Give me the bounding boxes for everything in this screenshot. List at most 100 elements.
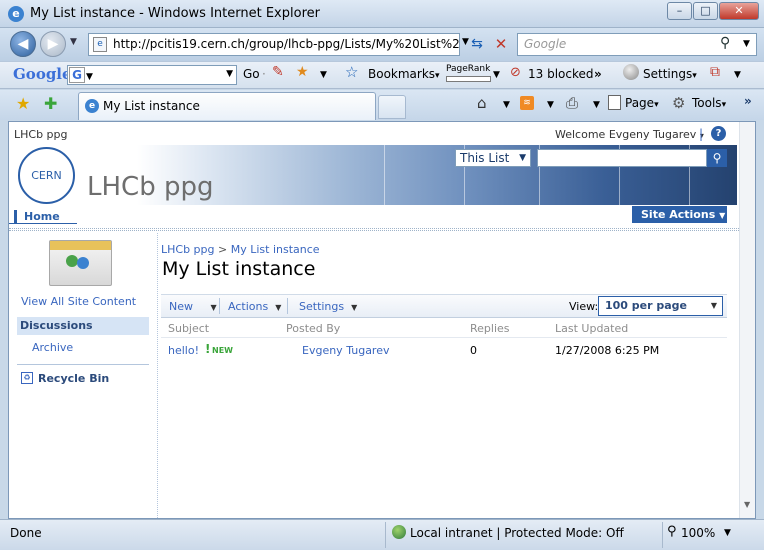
banner-separator (9, 228, 755, 231)
banner-divider (384, 145, 385, 205)
home-tab[interactable]: Home (24, 210, 60, 223)
tab-ie-icon: e (85, 99, 99, 113)
page-menu-icon (608, 95, 621, 110)
recycle-bin-icon: ♻ (21, 372, 33, 384)
address-url: http://pcitis19.cern.ch/group/lhcb-ppg/L… (113, 37, 460, 51)
pagerank-bar (446, 76, 491, 82)
help-icon[interactable]: ? (711, 126, 726, 141)
archive-link[interactable]: Archive (32, 341, 73, 354)
home-dropdown-icon[interactable]: ▼ (503, 100, 510, 110)
google-search-input[interactable]: G ▼ ▼ (67, 65, 237, 85)
bookmark-star-icon[interactable]: ★ (296, 64, 309, 80)
address-bar[interactable]: e http://pcitis19.cern.ch/group/lhcb-ppg… (88, 33, 460, 56)
row-posted-by-link[interactable]: Evgeny Tugarev (302, 344, 390, 357)
bookmark-star-dropdown-icon[interactable]: ▼ (320, 70, 327, 80)
pagerank-label: PageRank (446, 64, 491, 74)
page-menu[interactable]: Page▾ (625, 96, 659, 110)
view-select[interactable]: 100 per page ▼ (598, 296, 723, 316)
column-header-posted-by[interactable]: Posted By (286, 322, 340, 335)
feeds-icon[interactable]: ≋ (520, 96, 534, 110)
view-all-site-content-link[interactable]: View All Site Content (21, 295, 136, 308)
discussions-heading[interactable]: Discussions (17, 317, 149, 335)
pagerank-dropdown-icon[interactable]: ▼ (493, 70, 500, 80)
toolbar-options-icon[interactable]: ⧉ (710, 64, 720, 80)
minimize-button[interactable]: – (667, 2, 692, 20)
more-chevron-icon[interactable]: » (594, 67, 602, 81)
popup-blocker-icon: ⊘ (510, 65, 521, 80)
breadcrumb-separator: > (218, 243, 228, 256)
quicklaunch-divider (17, 364, 149, 365)
google-g-dropdown-icon[interactable]: ▼ (86, 72, 93, 82)
tools-menu[interactable]: Tools▾ (692, 96, 726, 110)
header-separator (161, 337, 727, 338)
site-actions-menu[interactable]: Site Actions ▼ (632, 206, 727, 223)
page-title: My List instance (162, 258, 316, 280)
add-favorites-icon[interactable]: ✚ (44, 94, 57, 113)
zoom-icon: ⚲ (667, 524, 677, 539)
favorites-star-icon[interactable]: ★ (16, 94, 30, 113)
breadcrumb: LHCb ppg > My List instance (161, 243, 320, 256)
forward-button[interactable]: ▶ (40, 31, 66, 57)
people-icon (77, 257, 89, 269)
row-subject-link[interactable]: hello! (168, 344, 199, 357)
news-icon[interactable]: ✎ (272, 64, 284, 80)
actions-menu[interactable]: Actions ▼ (228, 300, 281, 313)
google-input-dropdown-icon[interactable]: ▼ (226, 69, 233, 79)
go-arrow-icon: · (262, 67, 266, 81)
close-window-button[interactable]: ✕ (719, 2, 759, 20)
tab-my-list-instance[interactable]: e My List instance (78, 92, 376, 120)
new-tab-button[interactable] (378, 95, 406, 119)
settings-menu[interactable]: Settings▾ (643, 67, 697, 81)
welcome-menu[interactable]: Welcome Evgeny Tugarev ▾ (555, 128, 704, 141)
print-icon[interactable]: ⎙ (566, 94, 578, 112)
toolbar-separator (287, 298, 288, 314)
search-icon[interactable]: ⚲ (720, 35, 730, 51)
row-replies: 0 (470, 344, 477, 357)
column-header-subject[interactable]: Subject (168, 322, 209, 335)
view-label: View: (569, 300, 599, 313)
window-title: My List instance - Windows Internet Expl… (30, 6, 320, 21)
back-button[interactable]: ◀ (10, 31, 36, 57)
more-tools-chevron-icon[interactable]: » (744, 94, 752, 108)
search-scope-select[interactable]: This List ▼ (455, 149, 531, 167)
scroll-down-icon[interactable]: ▼ (744, 500, 750, 509)
separator: | (699, 127, 704, 141)
security-zone[interactable]: Local intranet | Protected Mode: Off (410, 526, 624, 540)
home-icon[interactable]: ⌂ (477, 94, 487, 112)
site-breadcrumb-top[interactable]: LHCb ppg (14, 128, 68, 141)
bookmarks-menu[interactable]: Bookmarks▾ (368, 67, 440, 81)
site-icon (49, 240, 112, 286)
search-options-dropdown-icon[interactable]: ▼ (743, 39, 750, 49)
new-badge: NEW (212, 346, 233, 355)
site-search-icon[interactable]: ⚲ (707, 149, 727, 167)
site-search-input[interactable] (537, 149, 707, 167)
cern-logo[interactable]: CERN (18, 147, 75, 204)
recycle-bin-link[interactable]: Recycle Bin (38, 372, 109, 385)
maximize-button[interactable]: □ (693, 2, 718, 20)
zoom-level[interactable]: 100% (681, 526, 715, 540)
google-logo[interactable]: Google (13, 65, 72, 83)
toolbar-options-dropdown-icon[interactable]: ▼ (734, 70, 741, 80)
new-item-icon: ! (205, 342, 211, 356)
site-title[interactable]: LHCb ppg (87, 172, 213, 202)
print-dropdown-icon[interactable]: ▼ (593, 100, 600, 110)
recent-pages-dropdown-icon[interactable]: ▼ (70, 37, 77, 47)
table-row: hello! ! NEW Evgeny Tugarev 0 1/27/2008 … (161, 340, 727, 362)
popup-blocker-button[interactable]: 13 blocked (528, 67, 594, 81)
zoom-dropdown-icon[interactable]: ▼ (724, 528, 731, 538)
google-go-button[interactable]: Go (243, 67, 260, 81)
breadcrumb-site-link[interactable]: LHCb ppg (161, 243, 215, 256)
feeds-dropdown-icon[interactable]: ▼ (547, 100, 554, 110)
breadcrumb-list-link[interactable]: My List instance (231, 243, 320, 256)
google-g-icon: G (69, 67, 85, 83)
column-header-last-updated[interactable]: Last Updated (555, 322, 628, 335)
tab-label: My List instance (103, 99, 200, 113)
home-tab-marker (14, 210, 17, 223)
new-menu[interactable]: New ▼ (169, 300, 217, 313)
stop-icon[interactable]: ✕ (490, 33, 512, 56)
settings-list-menu[interactable]: Settings ▼ (299, 300, 357, 313)
vertical-scrollbar[interactable]: ▼ (739, 122, 755, 518)
refresh-icon[interactable]: ⇆ (466, 33, 488, 56)
column-header-replies[interactable]: Replies (470, 322, 510, 335)
ie-icon: e (8, 6, 24, 22)
